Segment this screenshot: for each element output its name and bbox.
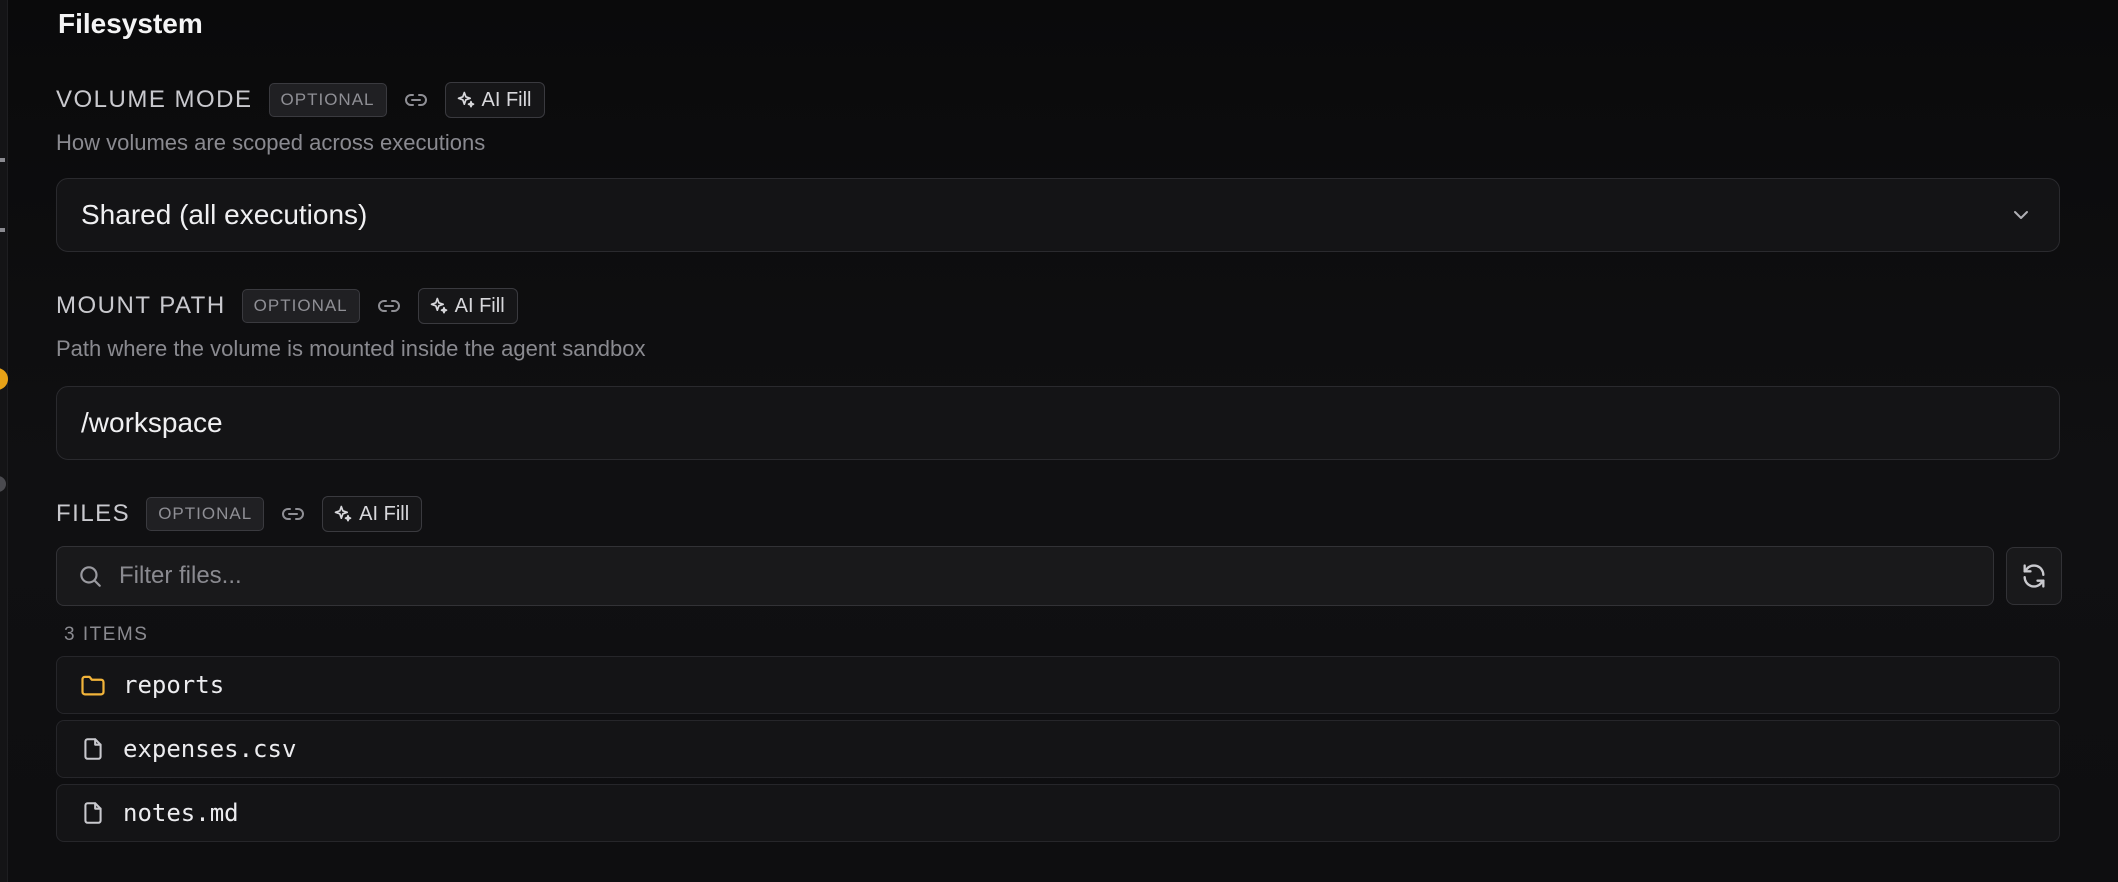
chevron-down-icon [2007,201,2035,229]
file-icon [79,735,107,763]
filter-files-input[interactable] [117,546,1973,606]
refresh-icon [2023,564,2045,588]
optional-badge: OPTIONAL [146,497,265,531]
file-name: notes.md [123,799,239,827]
sparkles-icon [430,297,447,314]
ai-fill-label: AI Fill [481,88,532,111]
rail-mark [0,158,5,162]
file-name: reports [123,671,225,699]
link-icon[interactable] [376,293,402,319]
link-icon[interactable] [403,87,429,113]
ai-fill-button[interactable]: AI Fill [417,288,518,324]
file-list: reports expenses.csv notes.md [56,656,2060,848]
search-icon [77,563,103,589]
mount-path-help: Path where the volume is mounted inside … [56,336,646,361]
filesystem-panel: Filesystem VOLUME MODE OPTIONAL AI Fill … [0,0,2118,882]
file-icon [79,799,107,827]
items-count: 3 ITEMS [64,624,149,645]
list-item[interactable]: expenses.csv [56,720,2060,778]
volume-mode-selected-value: Shared (all executions) [81,199,368,230]
sparkles-icon [334,505,352,522]
ai-fill-button[interactable]: AI Fill [322,496,423,532]
mount-path-label: MOUNT PATH [56,292,226,319]
mount-path-header: MOUNT PATH OPTIONAL AI Fill [56,288,518,324]
link-icon[interactable] [280,501,306,527]
files-header: FILES OPTIONAL AI Fill [56,496,423,532]
volume-mode-select[interactable]: Shared (all executions) [56,178,2060,252]
volume-mode-label: VOLUME MODE [56,86,253,113]
ai-fill-button[interactable]: AI Fill [444,82,545,118]
mount-path-input[interactable]: /workspace [56,386,2060,460]
file-name: expenses.csv [123,735,297,763]
ai-fill-label: AI Fill [359,502,410,525]
refresh-button[interactable] [2006,547,2062,605]
optional-badge: OPTIONAL [268,83,387,117]
rail-mark [0,228,5,232]
list-item[interactable]: notes.md [56,784,2060,842]
ai-fill-label: AI Fill [454,294,505,317]
optional-badge: OPTIONAL [241,289,360,323]
sparkles-icon [457,91,474,108]
files-label: FILES [56,500,131,527]
section-title: Filesystem [58,8,203,39]
volume-mode-header: VOLUME MODE OPTIONAL AI Fill [56,82,545,118]
volume-mode-help: How volumes are scoped across executions [56,130,486,155]
filter-files-box[interactable] [56,546,1994,606]
folder-icon [79,671,107,699]
list-item[interactable]: reports [56,656,2060,714]
left-rail [0,0,8,882]
